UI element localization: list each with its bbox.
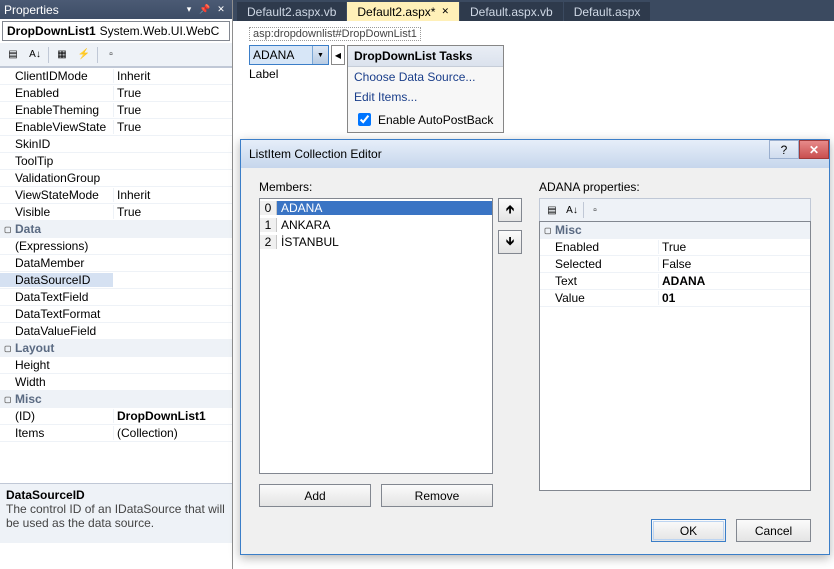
smart-tasks-panel: DropDownList Tasks Choose Data Source...… bbox=[347, 45, 504, 133]
dialog-title: ListItem Collection Editor bbox=[249, 147, 382, 161]
properties-panel: Properties ▾ 📌 ✕ DropDownList1 System.We… bbox=[0, 0, 233, 569]
breadcrumb[interactable]: asp:dropdownlist#DropDownList1 bbox=[249, 27, 421, 41]
property-row[interactable]: Height bbox=[0, 357, 232, 374]
document-tab[interactable]: Default2.aspx* ✕ bbox=[347, 2, 459, 21]
property-row[interactable]: EnableViewStateTrue bbox=[0, 119, 232, 136]
property-row[interactable]: ClientIDModeInherit bbox=[0, 68, 232, 85]
property-category[interactable]: ▢Misc bbox=[540, 222, 810, 239]
close-tab-icon[interactable]: ✕ bbox=[441, 6, 449, 17]
properties-grid[interactable]: ClientIDModeInheritEnabledTrueEnableThem… bbox=[0, 67, 232, 483]
dropdownlist-control[interactable]: ADANA ▼ bbox=[249, 45, 329, 65]
property-category[interactable]: ▢Data bbox=[0, 221, 232, 238]
property-row[interactable]: (Expressions) bbox=[0, 238, 232, 255]
property-row[interactable]: EnabledTrue bbox=[540, 239, 810, 256]
item-prop-toolbar: ▤ A↓ ▫ bbox=[539, 198, 811, 222]
cancel-button[interactable]: Cancel bbox=[736, 519, 811, 542]
dialog-titlebar[interactable]: ListItem Collection Editor ? ✕ bbox=[241, 140, 829, 168]
members-list[interactable]: 0ADANA1ANKARA2İSTANBUL bbox=[259, 198, 493, 474]
choose-datasource-link[interactable]: Choose Data Source... bbox=[348, 67, 503, 87]
move-up-button[interactable]: 🡹 bbox=[498, 198, 522, 222]
properties-panel-header: Properties ▾ 📌 ✕ bbox=[0, 0, 232, 19]
document-tab[interactable]: Default.aspx bbox=[564, 2, 651, 21]
properties-title: Properties bbox=[4, 3, 59, 17]
property-row[interactable]: DataTextFormat bbox=[0, 306, 232, 323]
categorized-icon[interactable]: ▤ bbox=[543, 201, 561, 219]
object-selector[interactable]: DropDownList1 System.Web.UI.WebC bbox=[2, 21, 230, 41]
dialog-close-button[interactable]: ✕ bbox=[799, 140, 829, 159]
property-row[interactable]: Value01 bbox=[540, 290, 810, 307]
dropdown-selected: ADANA bbox=[253, 48, 294, 62]
dialog-help-button[interactable]: ? bbox=[769, 140, 799, 159]
property-pages-icon[interactable]: ▫ bbox=[102, 46, 120, 64]
listitem-editor-dialog: ListItem Collection Editor ? ✕ Members: … bbox=[240, 139, 830, 555]
close-panel-icon[interactable]: ✕ bbox=[214, 3, 228, 17]
remove-button[interactable]: Remove bbox=[381, 484, 493, 507]
property-row[interactable]: (ID)DropDownList1 bbox=[0, 408, 232, 425]
properties-toolbar: ▤ A↓ ▦ ⚡ ▫ bbox=[0, 43, 232, 67]
property-row[interactable]: VisibleTrue bbox=[0, 204, 232, 221]
members-label: Members: bbox=[259, 180, 517, 194]
properties-view-icon[interactable]: ▦ bbox=[53, 46, 71, 64]
property-row[interactable]: ToolTip bbox=[0, 153, 232, 170]
pin-icon[interactable]: 📌 bbox=[198, 3, 212, 17]
property-pages-icon[interactable]: ▫ bbox=[586, 201, 604, 219]
list-item[interactable]: 0ADANA bbox=[260, 199, 492, 216]
move-down-button[interactable]: 🡻 bbox=[498, 230, 522, 254]
categorized-icon[interactable]: ▤ bbox=[4, 46, 22, 64]
properties-help: DataSourceID The control ID of an IDataS… bbox=[0, 483, 232, 543]
enable-autopostback-row[interactable]: Enable AutoPostBack bbox=[348, 107, 503, 132]
dropdown-arrow-icon[interactable]: ▼ bbox=[312, 46, 328, 64]
property-row[interactable]: EnabledTrue bbox=[0, 85, 232, 102]
window-menu-icon[interactable]: ▾ bbox=[182, 3, 196, 17]
smart-tag-button[interactable]: ◀ bbox=[331, 45, 345, 65]
property-row[interactable]: DataTextField bbox=[0, 289, 232, 306]
document-tab[interactable]: Default2.aspx.vb bbox=[237, 2, 346, 21]
property-row[interactable]: SelectedFalse bbox=[540, 256, 810, 273]
property-row[interactable]: SkinID bbox=[0, 136, 232, 153]
help-desc: The control ID of an IDataSource that wi… bbox=[6, 502, 226, 530]
property-category[interactable]: ▢Misc bbox=[0, 391, 232, 408]
item-properties-label: ADANA properties: bbox=[539, 180, 811, 194]
edit-items-link[interactable]: Edit Items... bbox=[348, 87, 503, 107]
property-row[interactable]: DataSourceID bbox=[0, 272, 232, 289]
property-row[interactable]: Width bbox=[0, 374, 232, 391]
object-name: DropDownList1 bbox=[7, 24, 96, 38]
alphabetical-icon[interactable]: A↓ bbox=[26, 46, 44, 64]
events-icon[interactable]: ⚡ bbox=[75, 46, 93, 64]
property-category[interactable]: ▢Layout bbox=[0, 340, 232, 357]
list-item[interactable]: 2İSTANBUL bbox=[260, 233, 492, 250]
enable-autopostback-label: Enable AutoPostBack bbox=[378, 113, 493, 127]
property-row[interactable]: TextADANA bbox=[540, 273, 810, 290]
property-row[interactable]: DataMember bbox=[0, 255, 232, 272]
document-tab[interactable]: Default.aspx.vb bbox=[460, 2, 563, 21]
list-item[interactable]: 1ANKARA bbox=[260, 216, 492, 233]
add-button[interactable]: Add bbox=[259, 484, 371, 507]
help-name: DataSourceID bbox=[6, 488, 226, 502]
smart-tasks-title: DropDownList Tasks bbox=[348, 46, 503, 67]
document-tabbar: Default2.aspx.vbDefault2.aspx* ✕Default.… bbox=[233, 0, 834, 21]
property-row[interactable]: EnableThemingTrue bbox=[0, 102, 232, 119]
object-type: System.Web.UI.WebC bbox=[100, 24, 220, 38]
property-row[interactable]: ViewStateModeInherit bbox=[0, 187, 232, 204]
item-properties-grid[interactable]: ▢MiscEnabledTrueSelectedFalseTextADANAVa… bbox=[539, 221, 811, 491]
ok-button[interactable]: OK bbox=[651, 519, 726, 542]
property-row[interactable]: ValidationGroup bbox=[0, 170, 232, 187]
enable-autopostback-checkbox[interactable] bbox=[358, 113, 371, 126]
label-control[interactable]: Label bbox=[249, 67, 278, 81]
property-row[interactable]: DataValueField bbox=[0, 323, 232, 340]
alphabetical-icon[interactable]: A↓ bbox=[563, 201, 581, 219]
property-row[interactable]: Items(Collection) bbox=[0, 425, 232, 442]
